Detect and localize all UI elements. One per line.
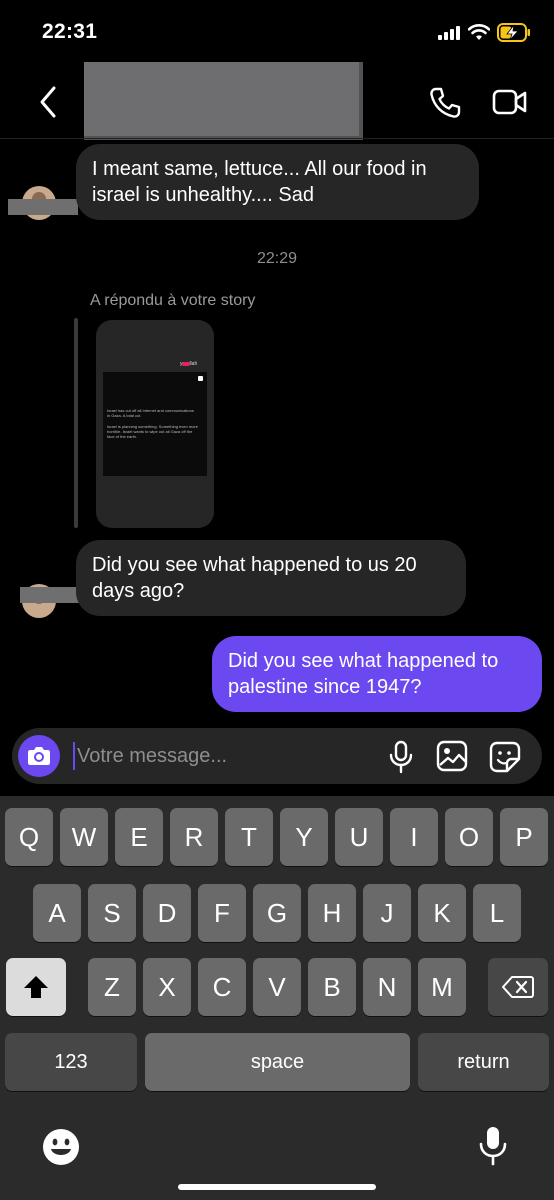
key-b[interactable]: B <box>308 958 356 1016</box>
phone-icon[interactable] <box>428 86 462 120</box>
key-g[interactable]: G <box>253 884 301 942</box>
shift-icon <box>24 976 48 998</box>
home-indicator[interactable] <box>178 1184 376 1190</box>
key-i[interactable]: I <box>390 808 438 866</box>
key-m[interactable]: M <box>418 958 466 1016</box>
numbers-key[interactable]: 123 <box>5 1033 137 1091</box>
cellular-signal-icon <box>438 26 460 40</box>
story-text-2: Israel is planning something. Something … <box>107 424 198 439</box>
camera-icon <box>28 747 50 765</box>
key-r[interactable]: R <box>170 808 218 866</box>
microphone-icon[interactable] <box>388 740 414 774</box>
keyboard: Q W E R T Y U I O P A S D F G H J K L Z … <box>0 796 554 1200</box>
key-h[interactable]: H <box>308 884 356 942</box>
return-key[interactable]: return <box>418 1033 549 1091</box>
shift-key[interactable] <box>6 958 66 1016</box>
key-c[interactable]: C <box>198 958 246 1016</box>
sticker-icon[interactable] <box>488 740 522 774</box>
key-d[interactable]: D <box>143 884 191 942</box>
key-v[interactable]: V <box>253 958 301 1016</box>
contact-name-redacted[interactable] <box>84 62 363 140</box>
key-q[interactable]: Q <box>5 808 53 866</box>
gallery-icon[interactable] <box>436 740 468 772</box>
key-o[interactable]: O <box>445 808 493 866</box>
key-j[interactable]: J <box>363 884 411 942</box>
key-a[interactable]: A <box>33 884 81 942</box>
key-u[interactable]: U <box>335 808 383 866</box>
message-timestamp: 22:29 <box>256 250 298 267</box>
delete-key[interactable] <box>488 958 548 1016</box>
video-camera-icon[interactable] <box>492 86 528 118</box>
key-p[interactable]: P <box>500 808 548 866</box>
key-n[interactable]: N <box>363 958 411 1016</box>
key-t[interactable]: T <box>225 808 273 866</box>
incoming-message-bubble[interactable]: Did you see what happened to us 20 days … <box>76 540 466 616</box>
key-e[interactable]: E <box>115 808 163 866</box>
wifi-icon <box>468 24 490 40</box>
heart-icon <box>182 362 190 366</box>
avatar-redaction <box>20 587 80 603</box>
story-text-1: Israel has cut off all Internet and comm… <box>107 408 194 418</box>
key-k[interactable]: K <box>418 884 466 942</box>
battery-charging-icon <box>497 23 530 42</box>
emoji-icon[interactable] <box>42 1128 80 1166</box>
text-cursor <box>73 742 75 770</box>
story-thumbnail[interactable]: ya.allah Israel has cut off all Internet… <box>96 320 214 528</box>
key-x[interactable]: X <box>143 958 191 1016</box>
space-key[interactable]: space <box>145 1033 410 1091</box>
backspace-icon <box>502 976 534 998</box>
status-time: 22:31 <box>42 20 98 43</box>
outgoing-message-bubble[interactable]: Did you see what happened to palestine s… <box>212 636 542 712</box>
back-arrow-icon[interactable] <box>34 84 64 120</box>
incoming-message-bubble[interactable]: I meant same, lettuce... All our food in… <box>76 144 479 220</box>
story-reply-label: A répondu à votre story <box>90 292 256 309</box>
key-l[interactable]: L <box>473 884 521 942</box>
key-y[interactable]: Y <box>280 808 328 866</box>
key-f[interactable]: F <box>198 884 246 942</box>
story-image: Israel has cut off all Internet and comm… <box>103 372 207 476</box>
message-input[interactable]: Votre message... <box>77 742 227 770</box>
camera-button[interactable] <box>18 735 60 777</box>
header-divider <box>0 138 554 139</box>
dictation-microphone-icon[interactable] <box>478 1126 508 1166</box>
key-z[interactable]: Z <box>88 958 136 1016</box>
story-sticker-icon <box>198 376 203 381</box>
key-w[interactable]: W <box>60 808 108 866</box>
reply-quote-bar <box>74 318 78 528</box>
key-s[interactable]: S <box>88 884 136 942</box>
avatar-redaction <box>8 199 78 215</box>
